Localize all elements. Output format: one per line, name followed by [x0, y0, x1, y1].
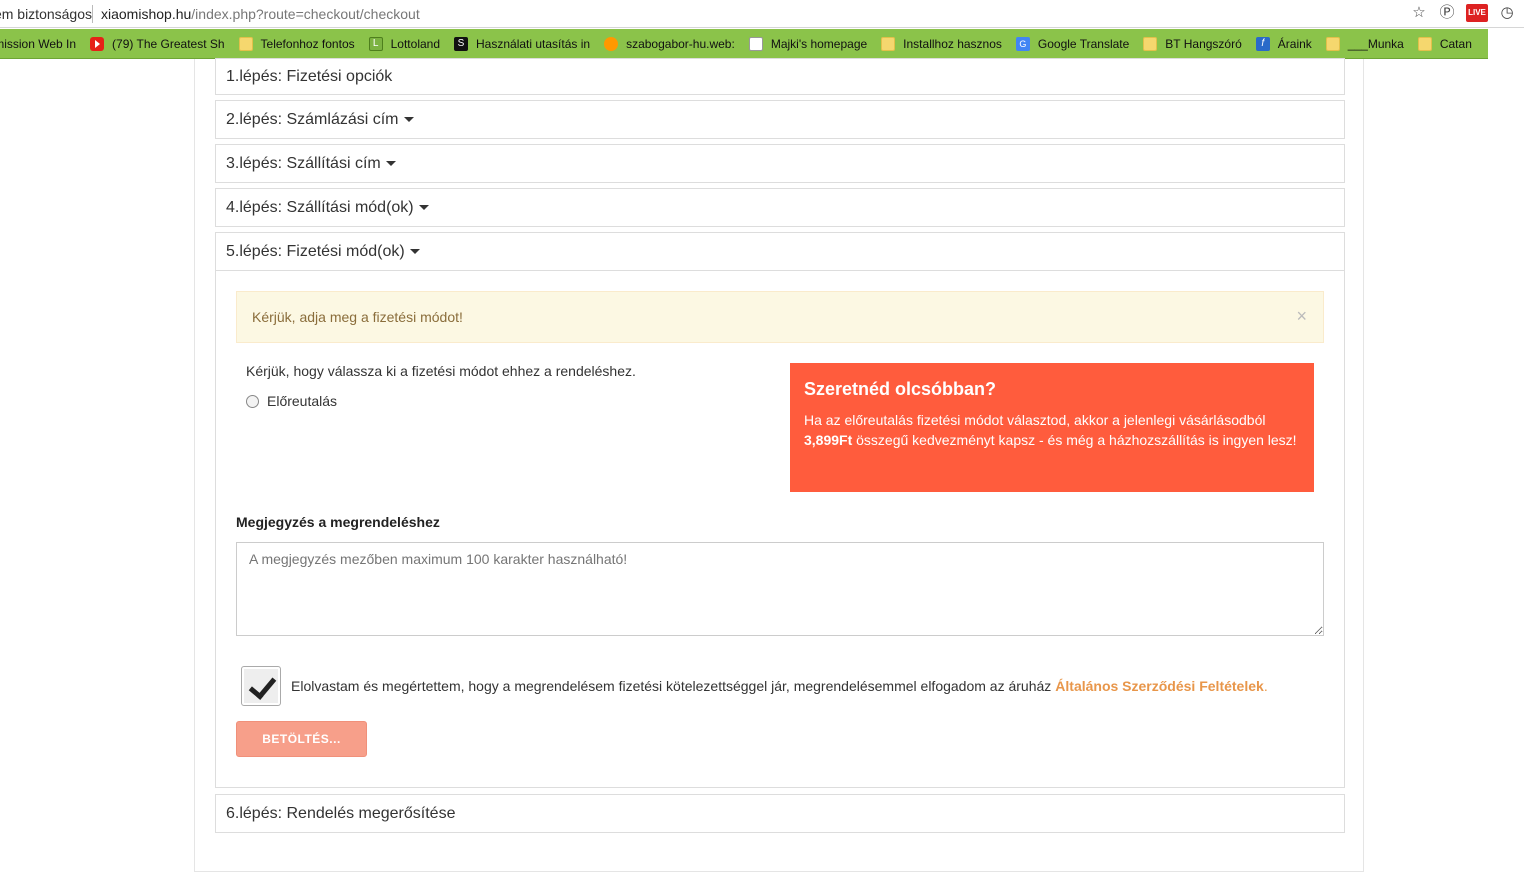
- step-4-title: 4.lépés: Szállítási mód(ok): [226, 198, 414, 216]
- bookmark-label: Telefonhoz fontos: [260, 36, 355, 51]
- bookmark-item[interactable]: Telefonhoz fontos: [238, 36, 355, 51]
- owl-icon: [604, 36, 619, 51]
- discount-promo-box: Szeretnéd olcsóbban? Ha az előreutalás f…: [790, 363, 1314, 492]
- caret-down-icon: [409, 249, 420, 254]
- bookmark-label: Catan: [1439, 36, 1472, 51]
- bookmark-star-icon[interactable]: ☆: [1410, 4, 1428, 22]
- url-text[interactable]: xiaomishop.hu/index.php?route=checkout/c…: [101, 6, 420, 22]
- google-translate-icon: G: [1015, 36, 1030, 51]
- terms-checkbox[interactable]: [241, 666, 281, 706]
- folder-icon: [238, 36, 253, 51]
- security-label: Nem biztonságos: [0, 5, 92, 22]
- step-2-heading[interactable]: 2.lépés: Számlázási cím: [216, 101, 1344, 138]
- security-indicator[interactable]: Nem biztonságos: [0, 6, 92, 22]
- step-1-heading[interactable]: 1.lépés: Fizetési opciók: [216, 59, 1344, 94]
- bookmark-label: Installhoz hasznos: [903, 36, 1002, 51]
- payment-instruction: Kérjük, hogy válassza ki a fizetési módo…: [246, 363, 636, 379]
- toolbar-icons: ☆ Ⓟ LIVE ◷: [1410, 4, 1516, 22]
- order-note-textarea[interactable]: [236, 542, 1324, 636]
- bookmark-label: Majki's homepage: [770, 36, 868, 51]
- bookmark-label: ___Munka: [1347, 36, 1404, 51]
- step-3-panel: 3.lépés: Szállítási cím: [215, 144, 1345, 183]
- bookmarks-bar: Transmission Web In (79) The Greatest Sh T…: [0, 29, 1488, 59]
- live-extension-icon[interactable]: LIVE: [1466, 4, 1488, 22]
- step-5-title: 5.lépés: Fizetési mód(ok): [226, 242, 405, 260]
- promo-text-before: Ha az előreutalás fizetési módot választ…: [804, 412, 1266, 428]
- address-divider: [92, 4, 93, 23]
- step-2-title: 2.lépés: Számlázási cím: [226, 110, 399, 128]
- caret-down-icon: [418, 205, 429, 210]
- caret-down-icon: [385, 161, 396, 166]
- bookmark-item[interactable]: S Használati utasítás in: [454, 36, 591, 51]
- bookmark-item[interactable]: szabogabor-hu.web:: [604, 36, 735, 51]
- step-2-panel: 2.lépés: Számlázási cím: [215, 100, 1345, 139]
- step-5-body: Kérjük, adja meg a fizetési módot! × Kér…: [216, 270, 1344, 787]
- bookmark-item[interactable]: Transmission Web In: [0, 37, 76, 51]
- url-host: xiaomishop.hu: [101, 5, 192, 22]
- bookmark-item[interactable]: Catan: [1417, 36, 1472, 51]
- bookmark-label: (79) The Greatest Sh: [112, 36, 225, 51]
- step-6-title: 6.lépés: Rendelés megerősítése: [226, 804, 456, 822]
- folder-icon: [1417, 36, 1432, 51]
- folder-icon: [1143, 36, 1158, 51]
- terms-text-body: Elolvastam és megértettem, hogy a megren…: [291, 678, 1052, 694]
- step-6-heading[interactable]: 6.lépés: Rendelés megerősítése: [216, 795, 1344, 832]
- f-icon: f: [1255, 36, 1270, 51]
- bookmark-label: Lottoland: [390, 36, 441, 51]
- bookmark-item[interactable]: ___Munka: [1325, 36, 1404, 51]
- bookmark-item[interactable]: f Áraink: [1255, 36, 1312, 51]
- step-1-title: 1.lépés: Fizetési opciók: [226, 67, 393, 85]
- terms-text: Elolvastam és megértettem, hogy a megren…: [291, 678, 1268, 694]
- bookmark-item[interactable]: (79) The Greatest Sh: [90, 36, 225, 51]
- bookmark-label: BT Hangszóró: [1165, 36, 1242, 51]
- payment-warning-alert: Kérjük, adja meg a fizetési módot! ×: [236, 291, 1324, 343]
- step-5-heading[interactable]: 5.lépés: Fizetési mód(ok): [216, 233, 1344, 270]
- url-path: /index.php?route=checkout/checkout: [191, 5, 420, 22]
- bookmark-item[interactable]: Majki's homepage: [748, 36, 868, 51]
- folder-icon: [881, 36, 896, 51]
- extension-p-icon[interactable]: Ⓟ: [1438, 4, 1456, 22]
- promo-amount: 3,899Ft: [804, 432, 853, 448]
- address-bar[interactable]: Nem biztonságos xiaomishop.hu/index.php?…: [0, 0, 1524, 28]
- close-icon[interactable]: ×: [1296, 306, 1307, 327]
- terms-row: Elolvastam és megértettem, hogy a megren…: [241, 666, 1268, 706]
- step-5-panel: 5.lépés: Fizetési mód(ok) Kérjük, adja m…: [215, 232, 1345, 788]
- step-3-title: 3.lépés: Szállítási cím: [226, 154, 381, 172]
- step-4-heading[interactable]: 4.lépés: Szállítási mód(ok): [216, 189, 1344, 226]
- step-6-panel: 6.lépés: Rendelés megerősítése: [215, 794, 1345, 833]
- promo-text-after: összegű kedvezményt kapsz - és még a ház…: [852, 432, 1297, 448]
- bookmark-item[interactable]: BT Hangszóró: [1143, 36, 1242, 51]
- payment-radio[interactable]: [246, 394, 259, 408]
- promo-title: Szeretnéd olcsóbban?: [804, 379, 997, 399]
- bookmark-item[interactable]: L Lottoland: [368, 36, 441, 51]
- s-icon: S: [454, 36, 469, 51]
- payment-option-prepay[interactable]: Előreutalás: [246, 393, 337, 409]
- speed-dial-icon[interactable]: ◷: [1498, 4, 1516, 22]
- bookmark-label: Áraink: [1277, 36, 1312, 51]
- bookmark-label: Használati utasítás in: [476, 36, 591, 51]
- document-icon: [748, 36, 763, 51]
- bookmark-label: szabogabor-hu.web:: [626, 36, 735, 51]
- loading-button[interactable]: BETÖLTÉS...: [236, 721, 367, 757]
- step-3-heading[interactable]: 3.lépés: Szállítási cím: [216, 145, 1344, 182]
- step-1-panel: 1.lépés: Fizetési opciók: [215, 58, 1345, 95]
- promo-text: Ha az előreutalás fizetési módot választ…: [804, 410, 1300, 450]
- bookmark-item[interactable]: G Google Translate: [1015, 36, 1130, 51]
- alert-message: Kérjük, adja meg a fizetési módot!: [252, 309, 463, 325]
- order-note-label: Megjegyzés a megrendeléshez: [236, 514, 440, 530]
- caret-down-icon: [403, 117, 414, 122]
- bookmark-label: Google Translate: [1037, 36, 1130, 51]
- checkout-container: 1.lépés: Fizetési opciók 2.lépés: Számlá…: [194, 58, 1364, 872]
- folder-icon: [1325, 36, 1340, 51]
- youtube-icon: [90, 36, 105, 51]
- lottoland-icon: L: [368, 36, 383, 51]
- payment-option-label[interactable]: Előreutalás: [267, 393, 337, 409]
- terms-link-suffix: .: [1263, 678, 1268, 694]
- bookmark-label: Transmission Web In: [0, 36, 77, 51]
- step-4-panel: 4.lépés: Szállítási mód(ok): [215, 188, 1345, 227]
- terms-link[interactable]: Általános Szerződési Feltételek: [1055, 678, 1264, 694]
- bookmark-item[interactable]: Installhoz hasznos: [881, 36, 1002, 51]
